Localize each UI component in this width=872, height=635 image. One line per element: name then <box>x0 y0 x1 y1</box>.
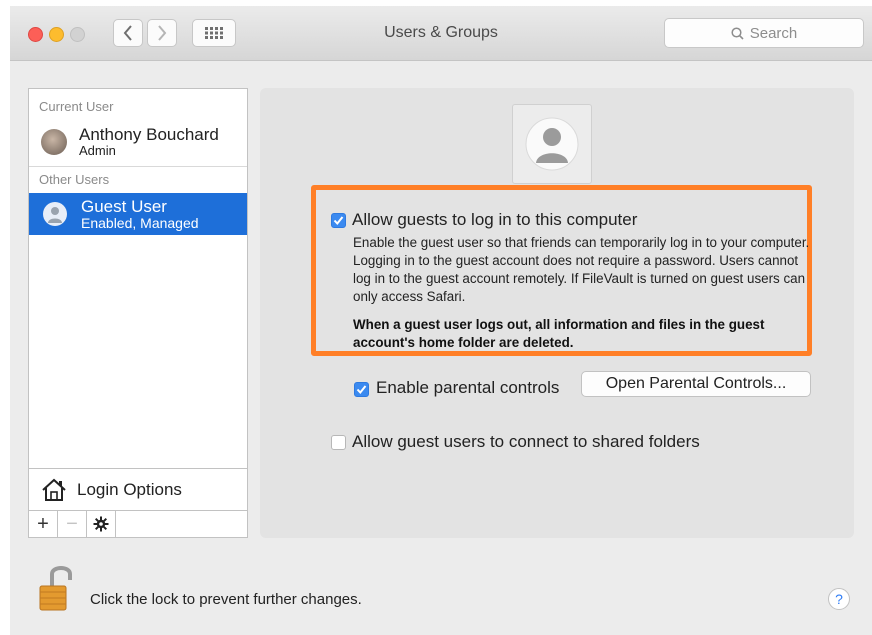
add-user-button[interactable]: + <box>29 511 58 537</box>
user-row-current[interactable]: Anthony Bouchard Admin <box>29 121 247 163</box>
users-list: Current User Anthony Bouchard Admin Othe… <box>28 88 248 538</box>
action-menu-button[interactable] <box>87 511 116 537</box>
person-icon <box>48 207 62 223</box>
current-user-role: Admin <box>79 143 116 158</box>
guest-description: Enable the guest user so that friends ca… <box>353 235 810 304</box>
divider <box>29 166 247 167</box>
search-icon <box>731 26 744 40</box>
guest-avatar <box>43 202 67 226</box>
open-parental-controls-button[interactable]: Open Parental Controls... <box>581 371 811 397</box>
lock-button[interactable] <box>36 564 76 619</box>
parental-controls-label: Enable parental controls <box>376 378 560 397</box>
user-row-guest[interactable]: Guest User Enabled, Managed <box>29 193 247 235</box>
guest-picture[interactable] <box>512 104 592 184</box>
guest-settings-panel: Allow guests to log in to this computer … <box>260 88 854 538</box>
user-list-toolbar: + − <box>29 510 247 538</box>
search-field[interactable]: Search <box>664 18 864 48</box>
guest-user-status: Enabled, Managed <box>81 215 199 231</box>
checkmark-icon <box>333 216 344 226</box>
help-button[interactable]: ? <box>828 588 850 610</box>
allow-guests-label: Allow guests to log in to this computer <box>352 210 638 229</box>
login-options-button[interactable]: Login Options <box>29 468 247 511</box>
lock-open-icon <box>39 566 72 611</box>
user-avatar <box>41 129 67 155</box>
guest-user-name: Guest User <box>81 197 167 216</box>
title-bar: Users & Groups Search <box>10 6 872 61</box>
guest-warning: When a guest user logs out, all informat… <box>353 317 765 350</box>
gear-icon <box>93 516 109 532</box>
login-options-label: Login Options <box>77 480 182 499</box>
checkmark-icon <box>356 385 367 395</box>
current-user-heading: Current User <box>39 99 114 114</box>
shared-folders-label: Allow guest users to connect to shared f… <box>352 432 700 451</box>
remove-user-button[interactable]: − <box>58 511 87 537</box>
house-icon <box>42 478 66 501</box>
allow-guests-checkbox[interactable] <box>331 213 346 228</box>
person-silhouette-icon <box>525 117 579 171</box>
shared-folders-checkbox[interactable] <box>331 435 346 450</box>
lock-message: Click the lock to prevent further change… <box>90 591 362 608</box>
other-users-heading: Other Users <box>39 172 110 187</box>
current-user-name: Anthony Bouchard <box>79 125 219 144</box>
search-placeholder: Search <box>749 24 798 42</box>
parental-controls-checkbox[interactable] <box>354 382 369 397</box>
